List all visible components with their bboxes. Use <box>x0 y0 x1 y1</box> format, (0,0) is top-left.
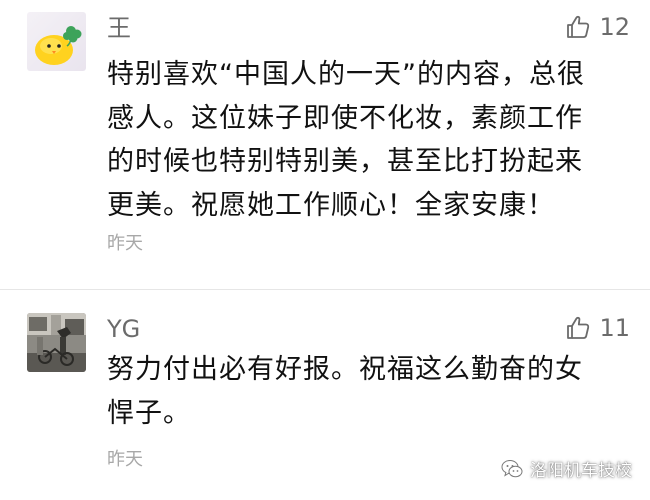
like-button[interactable]: 11 <box>565 315 630 341</box>
like-count: 12 <box>599 13 630 41</box>
comment-timestamp: 昨天 <box>107 449 143 470</box>
street-photo-avatar-icon <box>27 313 86 372</box>
yellow-chick-avatar-icon <box>27 12 86 71</box>
comment-item: 王 12 特别喜欢“中国人的一天”的内容，总很 感人。这位妹子即使不化妆，素颜工… <box>0 0 650 290</box>
comment-timestamp: 昨天 <box>107 233 143 254</box>
like-button[interactable]: 12 <box>565 14 630 40</box>
comment-username[interactable]: 王 <box>107 16 131 40</box>
thumbs-up-icon <box>567 316 590 339</box>
like-count: 11 <box>599 314 630 342</box>
comment-text-line: 努力付出必有好报。祝福这么勤奋的女 <box>107 354 583 385</box>
comment-username[interactable]: YG <box>107 317 140 341</box>
comment-text: 特别喜欢“中国人的一天”的内容，总很 感人。这位妹子即使不化妆，素颜工作 的时候… <box>107 53 628 227</box>
wechat-icon <box>501 459 523 477</box>
comment-text: 努力付出必有好报。祝福这么勤奋的女 悍子。 <box>107 348 628 435</box>
comment-text-line: 感人。这位妹子即使不化妆，素颜工作 <box>107 102 583 134</box>
comment-text-line: 悍子。 <box>107 397 191 429</box>
comment-text-line: 特别喜欢“中国人的一天”的内容，总很 <box>107 59 585 90</box>
comment-text-line: 的时候也特别特别美，甚至比打扮起来 <box>107 146 583 177</box>
comment-text-line: 更美。祝愿她工作顺心！全家安康！ <box>107 189 555 221</box>
user-avatar[interactable] <box>27 12 86 71</box>
thumbs-up-icon <box>567 15 590 38</box>
watermark: 洛阳机车技校 <box>500 456 632 481</box>
watermark-text: 洛阳机车技校 <box>530 461 632 481</box>
user-avatar[interactable] <box>27 313 86 372</box>
